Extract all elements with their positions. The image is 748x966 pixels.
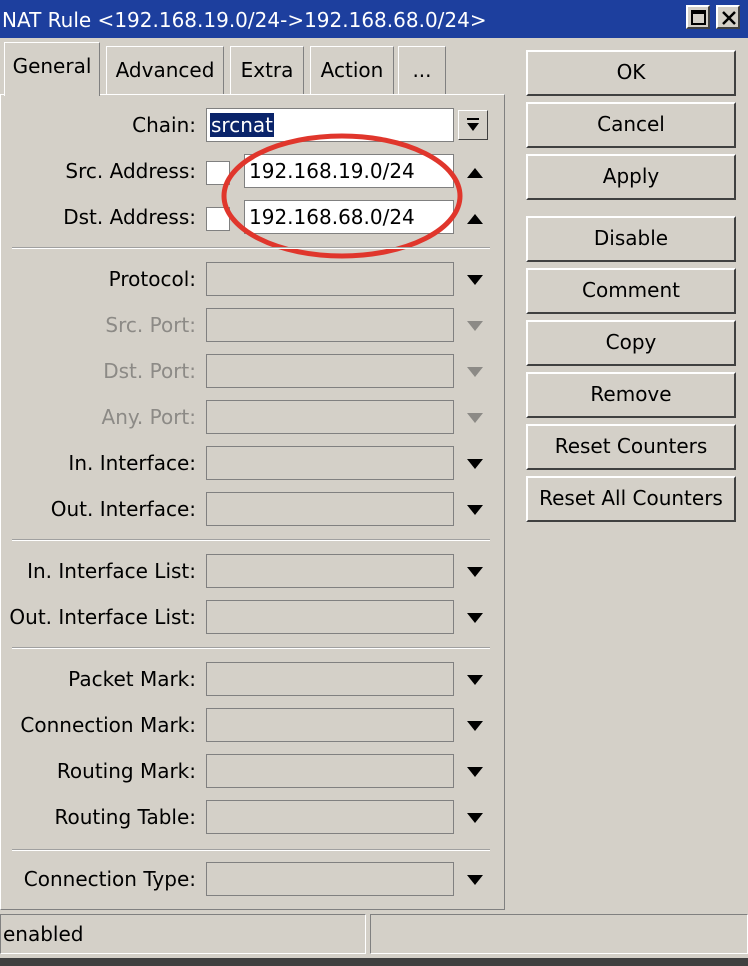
protocol-field[interactable] [206, 262, 454, 296]
src-port-field [206, 308, 454, 342]
connection-mark-field[interactable] [206, 708, 454, 742]
any-port-dropdown-icon [467, 413, 483, 423]
remove-button[interactable]: Remove [526, 372, 736, 418]
packet-mark-dropdown-icon[interactable] [465, 673, 485, 685]
tab-extra[interactable]: Extra [230, 46, 304, 94]
any-port-field [206, 400, 454, 434]
comment-button[interactable]: Comment [526, 268, 736, 314]
close-button[interactable] [716, 5, 740, 29]
chain-label: Chain: [132, 113, 196, 137]
status-enabled: enabled [0, 914, 366, 954]
connection-type-field[interactable] [206, 862, 454, 896]
in-interface-list-dropdown-icon[interactable] [465, 565, 485, 577]
routing-mark-label: Routing Mark: [56, 759, 196, 783]
tab-more[interactable]: ... [398, 46, 446, 94]
connection-type-dropdown-icon[interactable] [465, 873, 485, 885]
maximize-button[interactable] [686, 5, 710, 29]
connection-type-label: Connection Type: [23, 867, 196, 891]
out-interface-label: Out. Interface: [50, 497, 196, 521]
ok-button[interactable]: OK [526, 50, 736, 96]
routing-mark-dropdown-icon[interactable] [465, 765, 485, 777]
src-port-dropdown-icon [467, 321, 483, 331]
separator [12, 647, 490, 649]
out-interface-list-label: Out. Interface List: [9, 605, 196, 629]
tab-general[interactable]: General [4, 42, 100, 96]
dst-port-field [206, 354, 454, 388]
out-interface-dropdown-icon[interactable] [465, 503, 485, 515]
tab-advanced[interactable]: Advanced [106, 46, 224, 94]
apply-button[interactable]: Apply [526, 154, 736, 200]
reset-all-counters-button[interactable]: Reset All Counters [526, 476, 736, 522]
separator [12, 539, 490, 541]
protocol-label: Protocol: [108, 267, 196, 291]
in-interface-list-field[interactable] [206, 554, 454, 588]
title-bar: NAT Rule <192.168.19.0/24->192.168.68.0/… [0, 0, 748, 38]
in-interface-label: In. Interface: [68, 451, 196, 475]
copy-button[interactable]: Copy [526, 320, 736, 366]
cancel-button[interactable]: Cancel [526, 102, 736, 148]
dst-port-label: Dst. Port: [103, 359, 196, 383]
status-secondary [370, 914, 748, 954]
annotation-circle [221, 133, 463, 259]
routing-table-label: Routing Table: [54, 805, 197, 829]
tab-action[interactable]: Action [310, 46, 394, 94]
close-icon [722, 11, 736, 25]
bottom-border [0, 958, 748, 966]
routing-table-field[interactable] [206, 800, 454, 834]
dst-address-label: Dst. Address: [63, 205, 196, 229]
out-interface-list-dropdown-icon[interactable] [465, 611, 485, 623]
out-interface-list-field[interactable] [206, 600, 454, 634]
packet-mark-field[interactable] [206, 662, 454, 696]
connection-mark-label: Connection Mark: [20, 713, 196, 737]
routing-table-dropdown-icon[interactable] [465, 811, 485, 823]
routing-mark-field[interactable] [206, 754, 454, 788]
window-title: NAT Rule <192.168.19.0/24->192.168.68.0/… [2, 8, 487, 32]
packet-mark-label: Packet Mark: [68, 667, 196, 691]
in-interface-list-label: In. Interface List: [27, 559, 196, 583]
protocol-dropdown-icon[interactable] [465, 273, 485, 285]
reset-counters-button[interactable]: Reset Counters [526, 424, 736, 470]
any-port-label: Any. Port: [101, 405, 196, 429]
in-interface-dropdown-icon[interactable] [465, 457, 485, 469]
in-interface-field[interactable] [206, 446, 454, 480]
out-interface-field[interactable] [206, 492, 454, 526]
dst-port-dropdown-icon [467, 367, 483, 377]
src-port-label: Src. Port: [105, 313, 196, 337]
separator [12, 849, 490, 851]
separator [12, 247, 490, 249]
disable-button[interactable]: Disable [526, 216, 736, 262]
src-address-label: Src. Address: [65, 159, 196, 183]
connection-mark-dropdown-icon[interactable] [465, 719, 485, 731]
maximize-icon [691, 10, 706, 25]
